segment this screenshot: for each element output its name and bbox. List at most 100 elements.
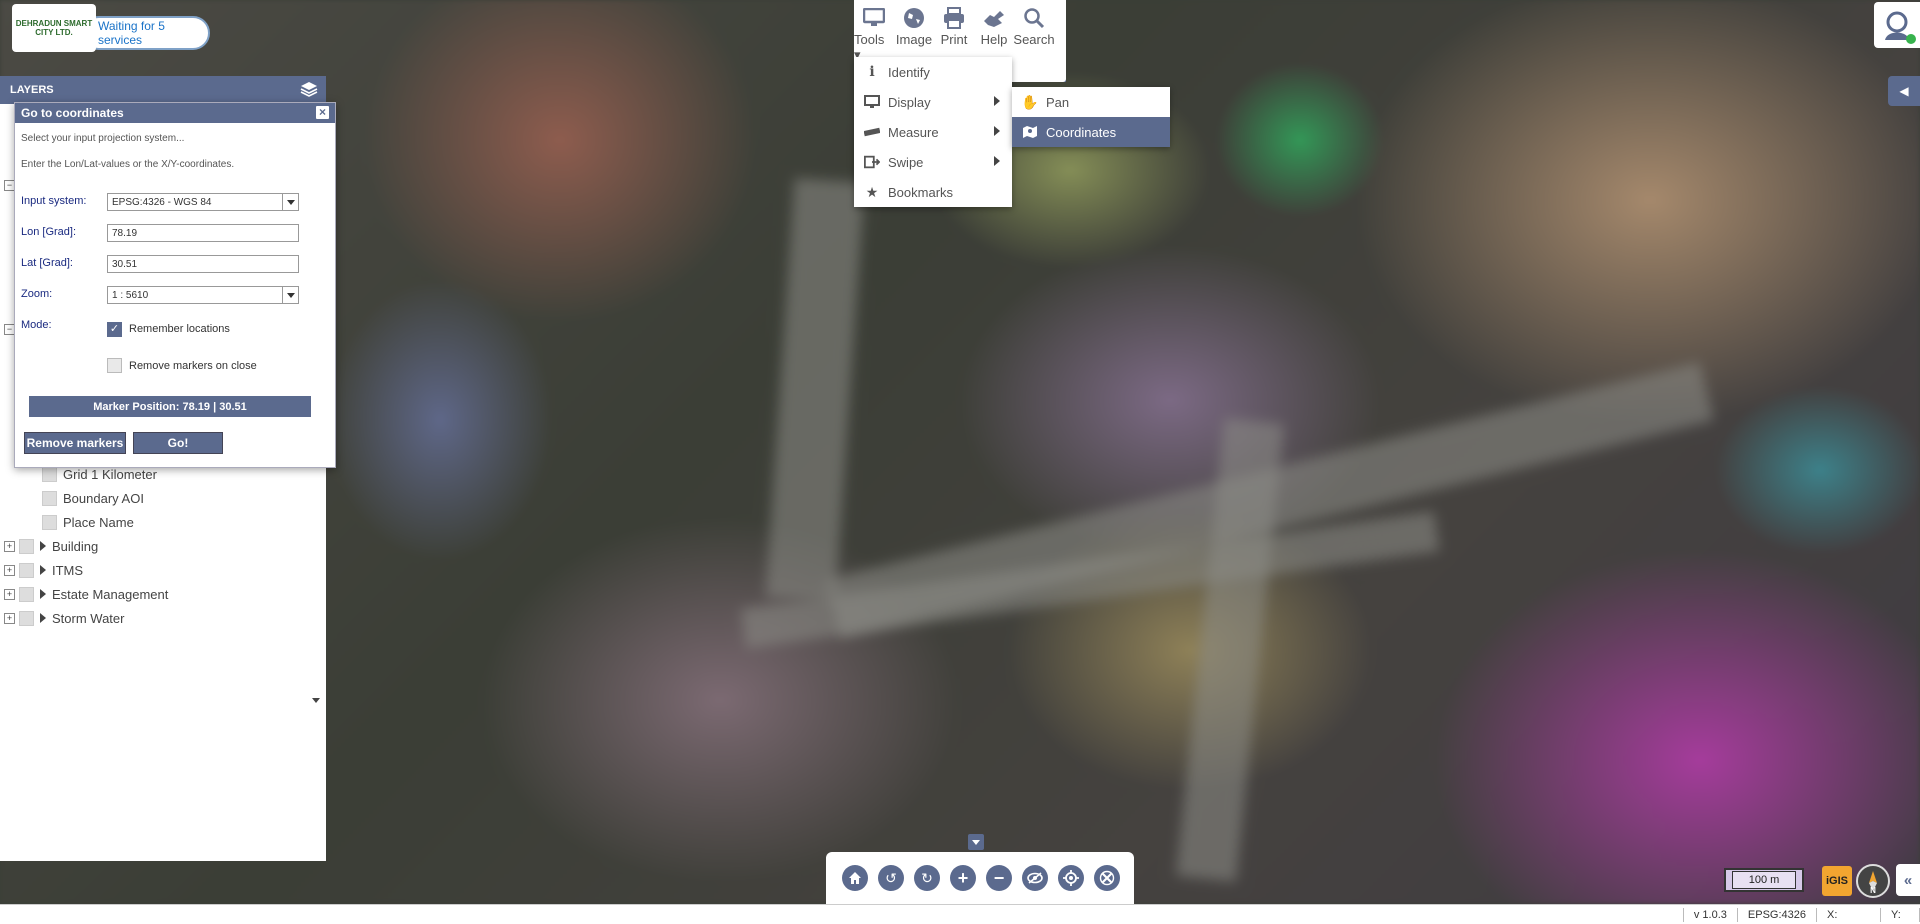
layer-checkbox[interactable]	[42, 490, 57, 506]
double-chevron-left-icon: «	[1903, 871, 1913, 889]
menu-item-coordinates[interactable]: Coordinates	[1012, 117, 1170, 147]
dialog-header: Go to coordinates ×	[15, 103, 335, 123]
navbar-collapse-button[interactable]	[968, 834, 984, 850]
expand-icon[interactable]: +	[4, 612, 15, 624]
input-system-label: Input system:	[21, 195, 87, 207]
app-logo: DEHRADUN SMART CITY LTD.	[12, 4, 96, 52]
user-avatar[interactable]	[1874, 2, 1920, 48]
undo-icon[interactable]: ↺	[878, 865, 904, 891]
lat-label: Lat [Grad]:	[21, 257, 73, 269]
right-panel-toggle[interactable]: ◀	[1888, 76, 1920, 106]
help-icon	[981, 4, 1007, 32]
remove-markers-on-close-label: Remove markers on close	[129, 360, 257, 372]
menu-item-bookmarks[interactable]: ★ Bookmarks	[854, 177, 1012, 207]
layer-checkbox[interactable]	[19, 562, 34, 578]
y-coordinate-label: Y:	[1880, 907, 1920, 922]
compass-icon[interactable]: N	[1856, 864, 1890, 898]
scale-label: 100 m	[1732, 871, 1796, 889]
logo-text: DEHRADUN SMART CITY LTD.	[15, 19, 93, 37]
status-bar: v 1.0.3 EPSG:4326 X: Y:	[0, 904, 1920, 924]
clear-icon[interactable]	[1094, 865, 1120, 891]
version-label: v 1.0.3	[1682, 907, 1737, 922]
chevron-down-icon[interactable]	[282, 194, 298, 210]
menu-item-pan[interactable]: ✋ Pan	[1012, 87, 1170, 117]
service-status-pill: Waiting for 5 services	[82, 16, 210, 50]
menu-item-swipe[interactable]: Swipe	[854, 147, 1012, 177]
x-coordinate-label: X:	[1816, 907, 1880, 922]
map-pin-icon	[1022, 124, 1038, 140]
remove-markers-button[interactable]: Remove markers	[24, 432, 126, 454]
expand-icon[interactable]: +	[4, 564, 15, 576]
service-status-text: Waiting for 5 services	[98, 19, 165, 47]
layers-stack-icon[interactable]	[300, 81, 318, 101]
zoom-in-icon[interactable]: +	[950, 865, 976, 891]
help-label: Help	[980, 32, 1008, 47]
chevron-down-icon[interactable]	[282, 287, 298, 303]
search-button[interactable]: Search	[1013, 4, 1055, 82]
print-label: Print	[940, 32, 968, 47]
layer-item[interactable]: Boundary AOI	[36, 486, 144, 510]
expand-arrow-icon[interactable]	[40, 565, 46, 575]
menu-item-display[interactable]: Display	[854, 87, 1012, 117]
expand-icon[interactable]: +	[4, 588, 15, 600]
zoom-out-icon[interactable]: −	[986, 865, 1012, 891]
layer-group[interactable]: + Storm Water	[0, 606, 124, 630]
submenu-arrow-icon	[994, 126, 1000, 136]
swipe-icon	[864, 154, 880, 170]
layer-checkbox[interactable]	[42, 466, 57, 482]
scroll-down-icon[interactable]	[312, 698, 320, 703]
layer-checkbox[interactable]	[19, 610, 34, 626]
search-label: Search	[1013, 32, 1055, 47]
remember-locations-checkbox[interactable]: ✓	[107, 322, 122, 337]
lat-input[interactable]	[107, 255, 299, 273]
lon-input[interactable]	[107, 224, 299, 242]
map-navigation-bar: ↺ ↻ + −	[826, 852, 1134, 904]
scale-bar: 100 m	[1724, 868, 1804, 892]
display-submenu: ✋ Pan Coordinates	[1012, 87, 1170, 147]
locate-icon[interactable]	[1058, 865, 1084, 891]
submenu-arrow-icon	[994, 96, 1000, 106]
projection-hint: Select your input projection system...	[21, 133, 185, 144]
printer-icon	[941, 4, 967, 32]
zoom-label: Zoom:	[21, 288, 53, 300]
star-icon: ★	[865, 183, 879, 200]
expand-icon[interactable]: +	[4, 540, 15, 552]
layers-title: LAYERS	[10, 84, 54, 96]
layer-group[interactable]: + Building	[0, 534, 98, 558]
layers-header: LAYERS	[0, 76, 326, 104]
home-icon[interactable]	[842, 865, 868, 891]
layer-checkbox[interactable]	[42, 514, 57, 530]
layer-group[interactable]: + ITMS	[0, 558, 83, 582]
online-status-dot	[1906, 34, 1916, 44]
collapse-right-panel-button[interactable]: «	[1896, 864, 1920, 896]
expand-arrow-icon[interactable]	[40, 589, 46, 599]
compass-north-label: N	[1870, 886, 1876, 895]
zoom-select[interactable]: 1 : 5610	[107, 286, 299, 304]
menu-item-measure[interactable]: Measure	[854, 117, 1012, 147]
expand-arrow-icon[interactable]	[40, 541, 46, 551]
layer-group[interactable]: + Estate Management	[0, 582, 168, 606]
search-icon	[1021, 4, 1047, 32]
monitor-icon	[861, 4, 887, 32]
display-icon	[864, 94, 880, 110]
marker-position-display: Marker Position: 78.19 | 30.51	[29, 396, 311, 417]
values-hint: Enter the Lon/Lat-values or the X/Y-coor…	[21, 159, 235, 170]
layer-item[interactable]: Place Name	[36, 510, 134, 534]
close-icon[interactable]: ×	[315, 105, 330, 120]
menu-item-identify[interactable]: i Identify	[854, 57, 1012, 87]
layer-checkbox[interactable]	[19, 586, 34, 602]
projection-label: EPSG:4326	[1736, 907, 1816, 922]
remove-markers-on-close-checkbox[interactable]	[107, 358, 122, 373]
dialog-title: Go to coordinates	[21, 106, 124, 120]
expand-arrow-icon[interactable]	[40, 613, 46, 623]
hand-icon: ✋	[1021, 93, 1039, 110]
lon-label: Lon [Grad]:	[21, 226, 77, 238]
redo-icon[interactable]: ↻	[914, 865, 940, 891]
hide-icon[interactable]	[1022, 865, 1048, 891]
go-button[interactable]: Go!	[133, 432, 223, 454]
image-label: Image	[895, 32, 933, 47]
layer-checkbox[interactable]	[19, 538, 34, 554]
input-system-select[interactable]: EPSG:4326 - WGS 84	[107, 193, 299, 211]
goto-coordinates-dialog: Go to coordinates × Select your input pr…	[14, 102, 336, 468]
tools-dropdown: i Identify Display Measure Swipe ★ Bookm…	[854, 57, 1012, 207]
